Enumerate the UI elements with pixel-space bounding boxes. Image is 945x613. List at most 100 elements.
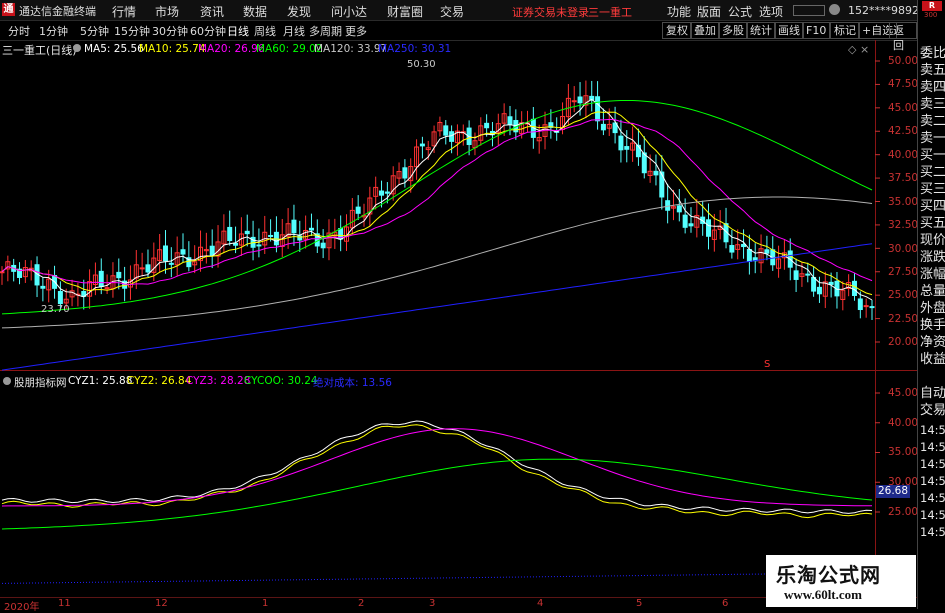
candle-body-50: [291, 219, 297, 234]
candle-body-69: [402, 167, 408, 179]
candle-body-20: [116, 271, 122, 279]
candle-body-131: [764, 249, 770, 254]
trade-tab-1[interactable]: 交易: [920, 403, 945, 418]
quote-tab-17[interactable]: 净资: [920, 335, 945, 350]
candle-body-25: [145, 264, 151, 273]
candle-body-107: [624, 146, 630, 150]
candle-body-149: [869, 306, 875, 309]
right-quote-panel: R 300 委比卖五卖四卖三卖二卖一买一买二买三买四买五现价涨跌涨幅总量外盘换手…: [917, 0, 945, 609]
quote-tab-2[interactable]: 卖四: [920, 80, 945, 95]
quote-tab-18[interactable]: 收益: [920, 352, 945, 367]
candle-body-39: [227, 226, 233, 241]
candle-body-24: [139, 267, 145, 270]
tick-time-1: 14:56: [920, 440, 945, 454]
candle-body-55: [320, 242, 326, 249]
candle-body-28: [162, 245, 168, 262]
sub-current-value-box: 26.68: [876, 485, 910, 498]
price-label-42-5: 42.50: [888, 125, 919, 137]
quote-tab-14[interactable]: 总量: [920, 284, 945, 299]
moving-average-lines: [1, 98, 873, 371]
candle-body-29: [168, 262, 174, 265]
ma250-line: [1, 243, 873, 371]
price-label-32-5: 32.50: [888, 219, 919, 231]
candle-body-139: [811, 276, 817, 292]
candle-body-121: [706, 219, 712, 237]
date-label-5: 5: [636, 598, 643, 609]
candle-body-103: [600, 123, 606, 131]
price-label-35: 35.00: [888, 196, 919, 208]
candle-body-117: [682, 214, 688, 228]
quote-tab-15[interactable]: 外盘: [920, 301, 945, 316]
price-label-27-5: 27.50: [888, 266, 919, 278]
price-label-25: 25.00: [888, 289, 919, 301]
candle-body-146: [851, 280, 857, 296]
candle-body-112: [653, 170, 659, 176]
watermark-url: www.60lt.com: [784, 587, 862, 602]
candle-body-140: [816, 286, 822, 295]
quote-tab-16[interactable]: 换手: [920, 318, 945, 333]
absolute-cost-line: [1, 572, 873, 584]
candle-body-125: [729, 245, 735, 253]
candle-body-46: [268, 234, 274, 237]
quote-tab-9[interactable]: 买四: [920, 199, 945, 214]
date-label-11: 11: [58, 598, 71, 609]
candle-body-148: [863, 305, 869, 308]
candle-body-98: [571, 100, 577, 103]
trade-tab-0[interactable]: 自动: [920, 386, 945, 401]
candle-body-40: [233, 242, 239, 246]
ma10-line: [1, 111, 873, 296]
candle-body-83: [484, 122, 490, 129]
tick-time-5: 14:56: [920, 508, 945, 522]
quote-tab-10[interactable]: 买五: [920, 216, 945, 231]
candle-body-18: [104, 287, 110, 290]
quote-tab-13[interactable]: 涨幅: [920, 267, 945, 282]
price-label-40: 40.00: [888, 149, 919, 161]
candle-body-128: [746, 249, 752, 262]
quote-tab-3[interactable]: 卖三: [920, 97, 945, 112]
tick-time-2: 14:56: [920, 457, 945, 471]
date-label-3: 3: [429, 598, 436, 609]
sub-label-25: 25.00: [888, 506, 919, 518]
candle-body-61: [355, 206, 361, 214]
candle-body-53: [308, 227, 314, 231]
quote-tab-8[interactable]: 买三: [920, 182, 945, 197]
sub-indicator-lines: [1, 420, 873, 584]
quote-tab-12[interactable]: 涨跌: [920, 250, 945, 265]
candle-body-127: [741, 243, 747, 248]
candle-body-42: [244, 230, 250, 235]
r-badge[interactable]: R: [922, 1, 942, 11]
date-label-1: 1: [262, 598, 269, 609]
date-label-12: 12: [155, 598, 168, 609]
watermark-logo: 乐淘公式网 www.60lt.com: [766, 555, 916, 607]
watermark-title: 乐淘公式网: [776, 563, 881, 587]
price-label-37-5: 37.50: [888, 172, 919, 184]
quote-tab-0[interactable]: 委比: [920, 46, 945, 61]
quote-tab-4[interactable]: 卖二: [920, 114, 945, 129]
candle-body-113: [659, 171, 665, 198]
tick-time-4: 14:56: [920, 491, 945, 505]
candle-body-116: [676, 205, 682, 213]
quote-tab-7[interactable]: 买二: [920, 165, 945, 180]
price-label-50: 50.00: [888, 55, 919, 67]
candle-body-0: [0, 271, 5, 274]
date-label-2: 2: [358, 598, 365, 609]
candle-body-102: [595, 96, 601, 122]
candle-body-31: [180, 249, 186, 255]
sell-signal-marker: S: [764, 359, 771, 370]
candle-body-66: [384, 191, 390, 194]
candle-body-106: [618, 135, 624, 151]
quote-tab-11[interactable]: 现价: [920, 233, 945, 248]
quote-tab-5[interactable]: 卖一: [920, 131, 945, 146]
candle-body-142: [828, 281, 834, 285]
price-label-22-5: 22.50: [888, 313, 919, 325]
candle-body-138: [805, 273, 811, 276]
price-label-30: 30.00: [888, 243, 919, 255]
candle-body-118: [688, 223, 694, 227]
quote-tab-1[interactable]: 卖五: [920, 63, 945, 78]
tick-time-0: 14:56: [920, 423, 945, 437]
candle-body-136: [793, 270, 799, 280]
kline-chart[interactable]: [0, 0, 917, 609]
quote-tab-6[interactable]: 买一: [920, 148, 945, 163]
price-label-45: 45.00: [888, 102, 919, 114]
r-badge-sub: 300: [924, 11, 938, 19]
